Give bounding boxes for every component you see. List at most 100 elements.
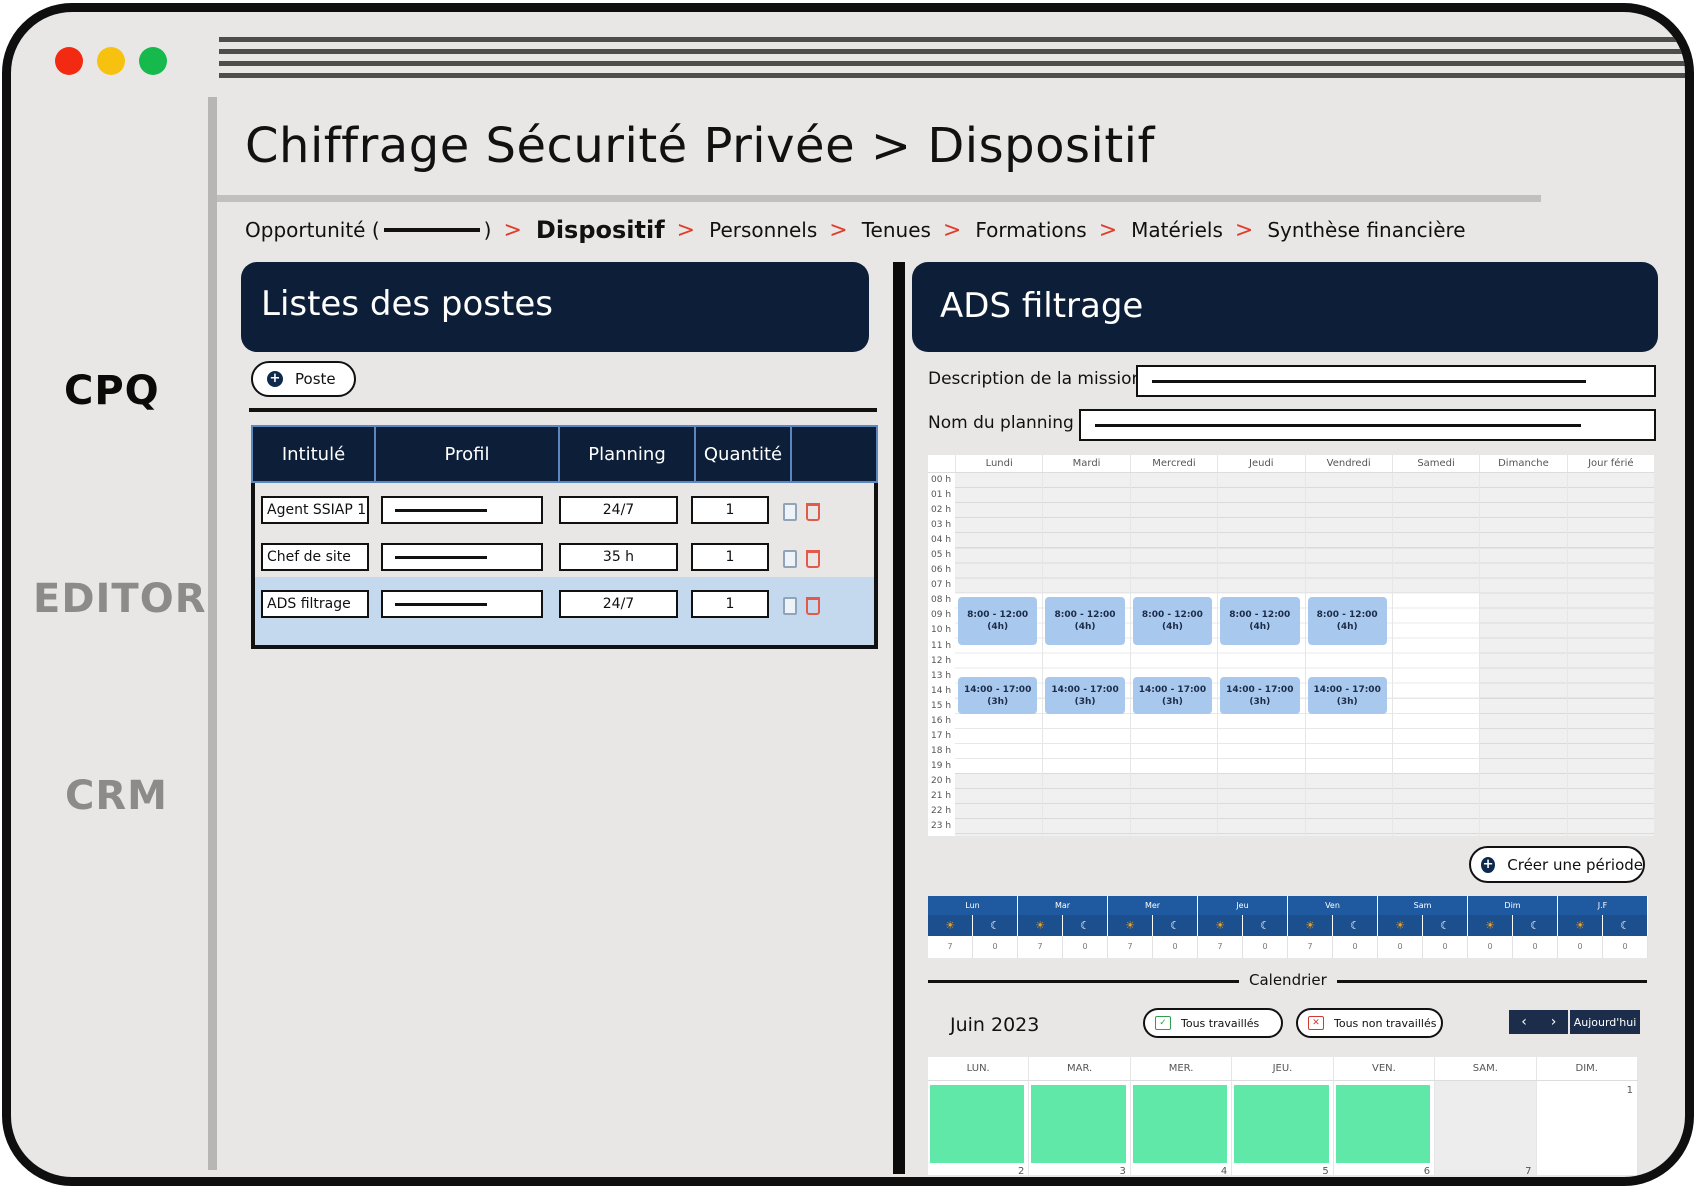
minimize-window-icon[interactable] — [97, 47, 125, 75]
hour-label: 19 h — [931, 760, 952, 771]
hour-label: 05 h — [931, 550, 952, 561]
table-row[interactable]: Chef de site 35 h 1 — [255, 530, 874, 582]
planning-event[interactable]: 8:00 - 12:00 (4h) — [1132, 597, 1213, 645]
trash-icon[interactable] — [806, 503, 820, 521]
planning-name-input[interactable] — [1079, 409, 1656, 441]
hour-label: 03 h — [931, 520, 952, 531]
poste-detail-title: ADS filtrage — [940, 286, 1144, 326]
breadcrumb-synthese-financiere[interactable]: Synthèse financière — [1267, 218, 1465, 242]
breadcrumb-dispositif[interactable]: Dispositif — [536, 216, 665, 244]
sun-icon: ☀ — [1378, 915, 1423, 936]
calendar-day-worked[interactable]: 3 — [1029, 1081, 1131, 1177]
today-button[interactable]: Aujourd'hui — [1570, 1010, 1640, 1034]
hour-label: 13 h — [931, 670, 952, 681]
section-divider — [928, 980, 1239, 983]
hour-label: 16 h — [931, 715, 952, 726]
profil-input[interactable] — [381, 590, 543, 618]
breadcrumb-separator-icon: > — [503, 217, 522, 243]
planning-input[interactable]: 24/7 — [559, 496, 678, 524]
description-input[interactable] — [1136, 365, 1656, 397]
trash-icon[interactable] — [806, 550, 820, 568]
duplicate-icon[interactable] — [783, 503, 797, 521]
postes-list-header: Listes des postes — [241, 262, 869, 352]
breadcrumb-separator-icon: > — [942, 217, 962, 243]
hour-label: 01 h — [931, 490, 952, 501]
sidebar-item-crm[interactable]: CRM — [65, 773, 168, 819]
calendar-day-worked[interactable]: 5 — [1232, 1081, 1334, 1177]
planning-event[interactable]: 14:00 - 17:00 (3h) — [1045, 677, 1125, 714]
sun-icon: ☀ — [1468, 915, 1513, 936]
all-not-worked-button[interactable]: ✕ Tous non travaillés — [1296, 1008, 1443, 1038]
quantite-input[interactable]: 1 — [691, 543, 769, 571]
day-number: 3 — [1119, 1166, 1126, 1177]
planning-event[interactable]: 14:00 - 17:00 (3h) — [958, 677, 1038, 714]
add-poste-label: Poste — [295, 370, 336, 388]
next-month-button[interactable]: › — [1539, 1010, 1568, 1034]
hour-column-header — [928, 455, 955, 472]
trash-icon[interactable] — [806, 597, 820, 615]
calendar-day-worked[interactable]: 2 — [928, 1081, 1030, 1177]
intitule-input[interactable]: ADS filtrage — [261, 590, 369, 618]
sidebar-item-cpq[interactable]: CPQ — [64, 368, 160, 414]
day-number: 5 — [1322, 1166, 1329, 1177]
close-window-icon[interactable] — [55, 47, 83, 75]
sidebar-item-editor[interactable]: EDITOR — [33, 576, 207, 622]
duplicate-icon[interactable] — [783, 597, 797, 615]
month-calendar[interactable]: LUN. MAR. MER. JEU. VEN. SAM. DIM. 2 3 4… — [928, 1057, 1638, 1177]
hour-label: 23 h — [931, 821, 952, 832]
planning-input[interactable]: 35 h — [559, 543, 678, 571]
profil-input[interactable] — [381, 543, 543, 571]
planning-name-label: Nom du planning — [928, 413, 1074, 433]
planning-event[interactable]: 14:00 - 17:00 (3h) — [1132, 677, 1213, 714]
planning-event[interactable]: 8:00 - 12:00 (4h) — [958, 597, 1038, 645]
breadcrumb-personnels[interactable]: Personnels — [709, 218, 817, 242]
maximize-window-icon[interactable] — [139, 47, 167, 75]
breadcrumb-materiels[interactable]: Matériels — [1131, 218, 1223, 242]
table-row-selected[interactable]: ADS filtrage 24/7 1 — [255, 577, 874, 645]
quantite-input[interactable]: 1 — [691, 590, 769, 618]
breadcrumb-separator-icon: > — [1234, 217, 1254, 243]
breadcrumb-tenues[interactable]: Tenues — [862, 218, 931, 242]
planning-event[interactable]: 8:00 - 12:00 (4h) — [1307, 597, 1387, 645]
plus-circle-icon: + — [267, 371, 283, 387]
intitule-input[interactable]: Chef de site — [261, 543, 369, 571]
column-header-profil: Profil — [376, 427, 560, 481]
planning-name-value-placeholder — [1095, 424, 1581, 427]
summary-day-header: Mar — [1018, 896, 1108, 915]
calendar-day-worked[interactable]: 6 — [1333, 1081, 1436, 1177]
profil-input[interactable] — [381, 496, 543, 524]
calendar-day[interactable]: 1 — [1537, 1081, 1638, 1175]
summary-value: 0 — [1513, 936, 1558, 958]
breadcrumb-opportunite-suffix: ) — [483, 218, 492, 242]
create-period-button[interactable]: + Créer une période — [1469, 846, 1645, 883]
planning-event[interactable]: 8:00 - 12:00 (4h) — [1045, 597, 1125, 645]
breadcrumb-formations[interactable]: Formations — [975, 218, 1086, 242]
week-planning-calendar[interactable]: Lundi Mardi Mercredi Jeudi Vendredi Same… — [928, 455, 1654, 836]
title-bar — [219, 37, 1685, 85]
weekly-hours-summary: Lun Mar Mer Jeu Ven Sam Dim J.F ☀ ☾ ☀ ☾ ☀ ☾ ☀ ☾ ☀ ☾ ☀ ☾ ☀ ☾ ☀… — [928, 896, 1648, 961]
hour-label: 10 h — [931, 625, 952, 636]
postes-table-header: Intitulé Profil Planning Quantité — [251, 425, 878, 483]
breadcrumb-separator-icon: > — [829, 217, 848, 243]
breadcrumb-opportunite[interactable]: Opportunité ( ) — [245, 218, 491, 242]
calendar-day-not-worked[interactable]: 7 — [1435, 1081, 1537, 1177]
summary-daynight-row: ☀ ☾ ☀ ☾ ☀ ☾ ☀ ☾ ☀ ☾ ☀ ☾ ☀ ☾ ☀ ☾ — [928, 915, 1648, 936]
add-poste-button[interactable]: + Poste — [251, 361, 356, 397]
all-worked-label: Tous travaillés — [1181, 1016, 1260, 1030]
title-underline — [217, 195, 1541, 202]
previous-month-button[interactable]: ‹ — [1509, 1010, 1539, 1034]
summary-value: 7 — [1288, 936, 1333, 958]
planning-event[interactable]: 14:00 - 17:00 (3h) — [1307, 677, 1387, 714]
panel-divider — [893, 262, 905, 1174]
planning-event[interactable]: 14:00 - 17:00 (3h) — [1220, 677, 1300, 714]
planning-event[interactable]: 8:00 - 12:00 (4h) — [1220, 597, 1300, 645]
day-column-line — [1042, 473, 1044, 836]
all-worked-button[interactable]: ✓ Tous travaillés — [1143, 1008, 1283, 1038]
table-row[interactable]: Agent SSIAP 1 24/7 1 — [255, 483, 874, 535]
duplicate-icon[interactable] — [783, 550, 797, 568]
intitule-input[interactable]: Agent SSIAP 1 — [261, 496, 369, 524]
sun-icon: ☀ — [1198, 915, 1243, 936]
quantite-input[interactable]: 1 — [691, 496, 769, 524]
planning-input[interactable]: 24/7 — [559, 590, 678, 618]
calendar-day-worked[interactable]: 4 — [1130, 1081, 1233, 1177]
